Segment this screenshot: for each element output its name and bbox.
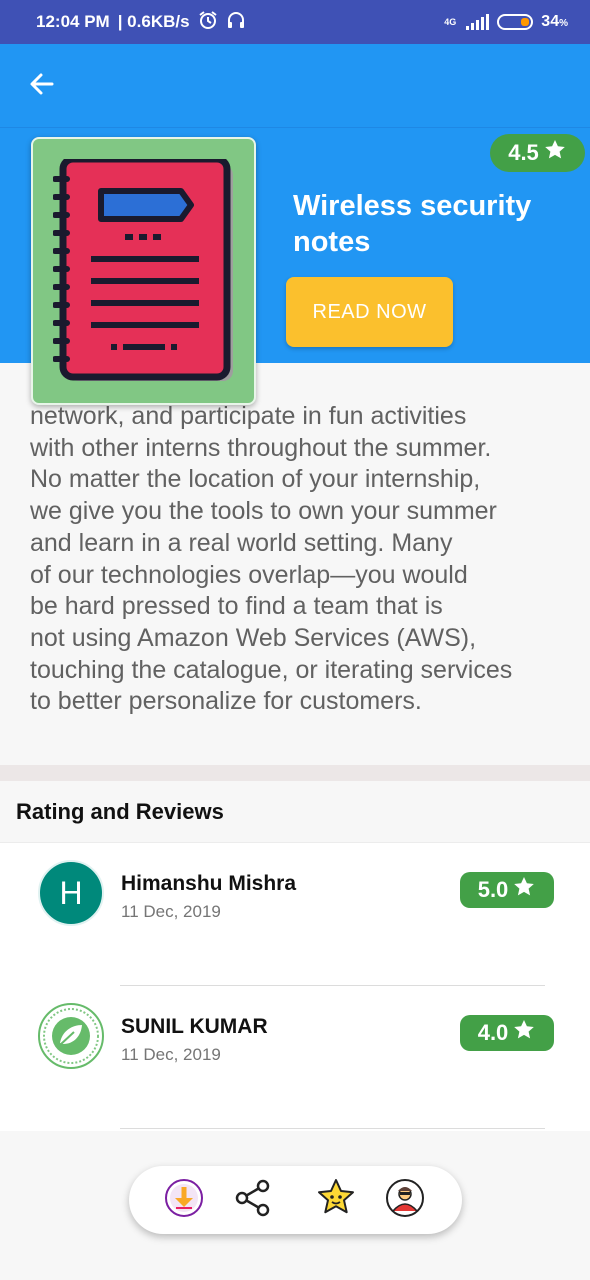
signal-icon bbox=[466, 14, 490, 30]
battery-level: 34 bbox=[541, 13, 560, 30]
review-date: 11 Dec, 2019 bbox=[121, 1045, 221, 1064]
alarm-icon bbox=[198, 10, 218, 35]
share-icon bbox=[234, 1179, 272, 1222]
back-button[interactable] bbox=[22, 68, 62, 104]
leaf-icon bbox=[40, 1008, 102, 1071]
book-rating-value: 4.5 bbox=[508, 140, 539, 165]
star-icon bbox=[543, 138, 567, 168]
section-divider bbox=[0, 765, 590, 781]
book-title: Wireless security notes bbox=[293, 190, 532, 258]
rate-button[interactable] bbox=[316, 1178, 356, 1220]
star-icon bbox=[512, 875, 536, 905]
reviewer-name: Himanshu Mishra bbox=[121, 872, 297, 895]
profile-button[interactable] bbox=[385, 1178, 425, 1223]
headphones-icon bbox=[226, 10, 246, 35]
avatar bbox=[38, 1003, 104, 1069]
review-item: H Himanshu Mishra 11 Dec, 2019 5.0 bbox=[0, 844, 590, 986]
arrow-left-icon bbox=[28, 70, 56, 103]
book-cover bbox=[31, 137, 256, 405]
review-item: SUNIL KUMAR 11 Dec, 2019 4.0 bbox=[0, 987, 590, 1129]
status-bar: 12:04 PM | 0.6KB/s 4G 34% bbox=[0, 0, 590, 44]
review-score-value: 4.0 bbox=[477, 1020, 509, 1045]
status-speed: | 0.6KB/s bbox=[117, 12, 190, 31]
star-rate-icon bbox=[315, 1177, 357, 1224]
review-divider bbox=[120, 985, 545, 986]
status-time: 12:04 PM bbox=[36, 12, 110, 31]
network-type: 4G bbox=[444, 16, 457, 27]
review-score-value: 5.0 bbox=[477, 877, 509, 902]
bottom-action-bar bbox=[129, 1166, 462, 1234]
battery-unit: % bbox=[559, 18, 568, 29]
reviewer-name: SUNIL KUMAR bbox=[121, 1015, 268, 1038]
read-now-button[interactable]: READ NOW bbox=[286, 277, 453, 347]
star-icon bbox=[512, 1018, 536, 1048]
review-score-badge: 5.0 bbox=[460, 872, 554, 908]
download-button[interactable] bbox=[164, 1178, 204, 1223]
battery-icon bbox=[497, 14, 534, 30]
book-rating-badge: 4.5 bbox=[490, 134, 585, 172]
review-divider bbox=[120, 1128, 545, 1129]
book-description: network, and participate in fun activiti… bbox=[30, 402, 513, 716]
share-button[interactable] bbox=[233, 1179, 273, 1222]
review-score-badge: 4.0 bbox=[460, 1015, 554, 1051]
review-date: 11 Dec, 2019 bbox=[121, 902, 221, 921]
reviews-section: Rating and Reviews H Himanshu Mishra 11 … bbox=[0, 781, 590, 1131]
reviews-title: Rating and Reviews bbox=[0, 781, 590, 843]
download-icon bbox=[164, 1178, 204, 1223]
avatar: H bbox=[38, 860, 104, 926]
profile-icon bbox=[385, 1178, 425, 1223]
app-toolbar bbox=[0, 44, 590, 128]
